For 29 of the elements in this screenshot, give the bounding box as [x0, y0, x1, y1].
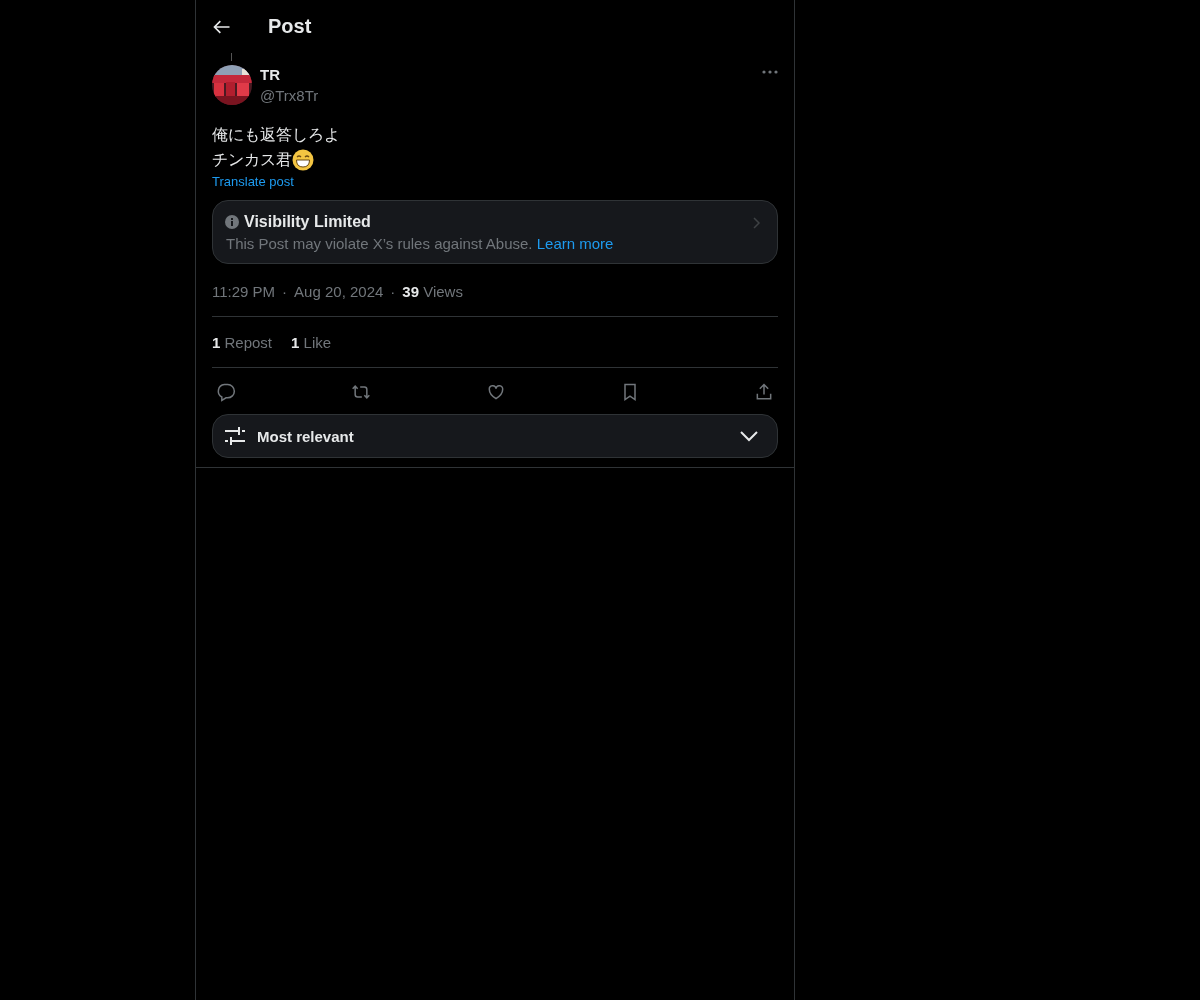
reply-icon[interactable]	[216, 382, 236, 402]
timestamp: Aug 20, 2024	[294, 283, 384, 300]
post-text: 俺にも返答しろよ	[212, 125, 340, 145]
author-name[interactable]: TR	[260, 65, 280, 85]
grinning-emoji-icon	[292, 148, 314, 171]
sort-dropdown[interactable]: Most relevant	[212, 414, 778, 458]
chevron-icon	[753, 217, 761, 229]
separator-dot: ·	[390, 283, 396, 300]
notice-title: Visibility Limited	[244, 213, 371, 231]
stat-link[interactable]: 1 Repost	[212, 334, 273, 351]
info-icon	[225, 215, 239, 229]
notice-card[interactable]: Visibility Limited This Post may violate X’s rules against Abuse. Learn more	[212, 200, 778, 264]
post-text: チンカス君	[212, 150, 292, 170]
more-icon[interactable]	[762, 69, 778, 75]
page-title: Post	[268, 15, 312, 38]
separator-dot: ·	[282, 283, 288, 300]
heart-icon[interactable]	[486, 382, 506, 402]
chevron-down-icon	[739, 430, 759, 442]
stat-link[interactable]: 1 Like	[291, 334, 332, 351]
learn-more-link[interactable]: Learn more	[536, 235, 614, 252]
author-handle[interactable]: @Trx8Tr	[260, 85, 319, 107]
share-icon[interactable]	[754, 382, 774, 402]
sliders-icon	[223, 425, 247, 447]
view-count[interactable]: 39 Views	[402, 283, 463, 300]
notice-text: This Post may violate X’s rules against Abuse. Learn more	[225, 235, 614, 252]
timestamp: 11:29 PM	[212, 283, 276, 300]
thread-line	[231, 53, 232, 61]
translate-link[interactable]: Translate post	[212, 174, 294, 189]
repost-icon[interactable]	[350, 382, 372, 402]
